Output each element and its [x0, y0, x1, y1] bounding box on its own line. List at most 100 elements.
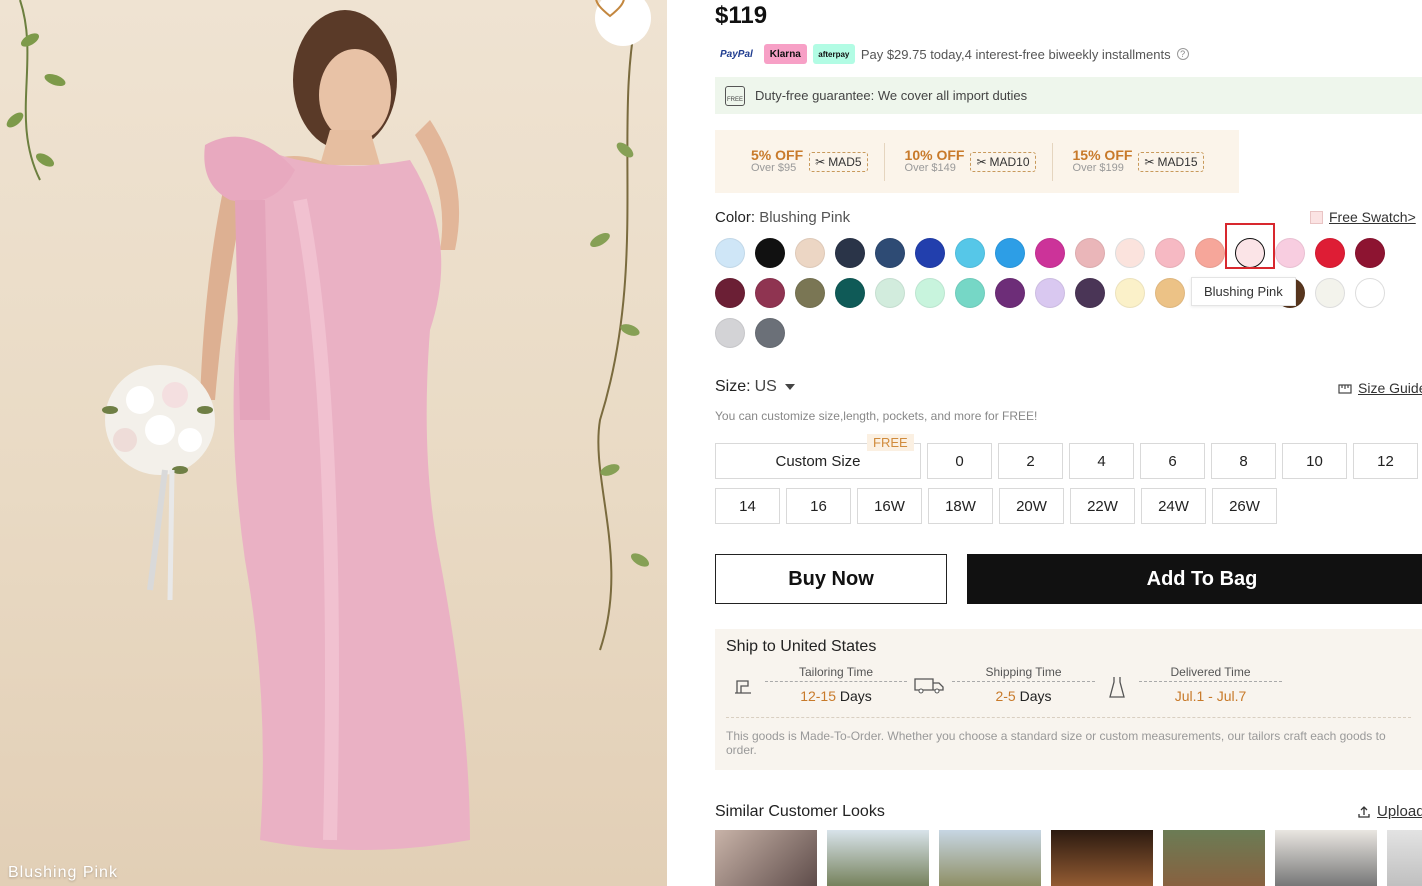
buy-now-button[interactable]: Buy Now	[715, 554, 947, 604]
color-swatch[interactable]	[1075, 238, 1105, 268]
size-option[interactable]: 8	[1211, 443, 1276, 479]
customer-look-thumbnail[interactable]	[1163, 830, 1265, 886]
coupon-code[interactable]: ✂ MAD15	[1138, 151, 1204, 172]
size-option-label: 2	[1026, 452, 1035, 470]
selected-color-highlight	[1225, 223, 1275, 269]
size-unit: US	[754, 378, 777, 395]
size-option[interactable]: 20W	[999, 488, 1064, 524]
info-icon[interactable]: ?	[1176, 48, 1189, 60]
size-label[interactable]: Size: US	[715, 378, 795, 396]
paypal-logo: PayPal	[715, 44, 758, 64]
coupon-item[interactable]: 15% OFF Over $199 ✂ MAD15	[1053, 143, 1220, 181]
size-option[interactable]: 0	[927, 443, 992, 479]
custom-size-button[interactable]: Custom Size FREE	[715, 434, 921, 479]
coupon-discount: 15% OFF	[1072, 147, 1133, 164]
customer-look-thumbnail[interactable]	[827, 830, 929, 886]
color-swatch[interactable]	[1075, 278, 1105, 308]
customer-look-thumbnail[interactable]	[939, 830, 1041, 886]
sewing-machine-icon	[735, 680, 751, 694]
tailoring-time: Tailoring Time 12-15 Days	[765, 665, 907, 704]
heart-icon	[595, 0, 625, 18]
color-swatch[interactable]	[715, 238, 745, 268]
color-swatch[interactable]	[835, 238, 865, 268]
free-swatch-link[interactable]: Free Swatch>	[1310, 209, 1416, 225]
color-swatch[interactable]	[755, 318, 785, 348]
color-swatch[interactable]	[755, 238, 785, 268]
color-swatch[interactable]	[1315, 238, 1345, 268]
size-option[interactable]: 2	[998, 443, 1063, 479]
size-option[interactable]: 16W	[857, 488, 922, 524]
customer-look-thumbnail[interactable]	[1051, 830, 1153, 886]
color-swatch[interactable]	[1355, 238, 1385, 268]
color-swatch[interactable]	[1355, 278, 1385, 308]
shipping-time-value: 2-5	[995, 688, 1016, 704]
color-swatch[interactable]	[915, 278, 945, 308]
made-to-order-note: This goods is Made-To-Order. Whether you…	[726, 729, 1386, 758]
shipping-time-label: Shipping Time	[952, 665, 1095, 682]
color-swatch[interactable]	[915, 238, 945, 268]
product-photo	[6, 0, 650, 850]
size-option-label: Custom Size	[775, 452, 861, 470]
delivered-time-value: Jul.1 - Jul.7	[1174, 688, 1247, 704]
size-option-label: 12	[1377, 452, 1394, 470]
color-swatch[interactable]	[715, 318, 745, 348]
color-swatch[interactable]	[1115, 238, 1145, 268]
product-image[interactable]: Blushing Pink	[0, 0, 667, 886]
size-guide-link[interactable]: Size Guide	[1338, 380, 1422, 396]
color-swatch[interactable]	[1035, 278, 1065, 308]
customer-look-thumbnail[interactable]	[715, 830, 817, 886]
color-swatch[interactable]	[875, 238, 905, 268]
color-swatch[interactable]	[955, 238, 985, 268]
upload-text: Upload	[1377, 803, 1422, 820]
color-swatch[interactable]	[875, 278, 905, 308]
size-option[interactable]: 6	[1140, 443, 1205, 479]
color-swatch[interactable]	[995, 238, 1025, 268]
size-option[interactable]: 26W	[1212, 488, 1277, 524]
size-option[interactable]: 12	[1353, 443, 1418, 479]
size-option[interactable]: 14	[715, 488, 780, 524]
size-option[interactable]: 18W	[928, 488, 993, 524]
size-option[interactable]: 10	[1282, 443, 1347, 479]
size-option[interactable]: 16	[786, 488, 851, 524]
product-price: $119	[715, 2, 768, 29]
color-swatch[interactable]	[1035, 238, 1065, 268]
size-option-label: 10	[1306, 452, 1323, 470]
upload-link[interactable]: Upload	[1357, 803, 1422, 820]
scissors-icon: ✂	[815, 154, 826, 169]
coupon-item[interactable]: 10% OFF Over $149 ✂ MAD10	[885, 142, 1053, 181]
coupon-discount: 5% OFF	[751, 147, 804, 164]
color-swatch[interactable]	[1195, 238, 1225, 268]
size-label-text: Size:	[715, 378, 751, 395]
size-customize-note: You can customize size,length, pockets, …	[715, 409, 1038, 423]
coupon-item[interactable]: 5% OFF Over $95 ✂ MAD5	[731, 142, 885, 181]
add-to-bag-button[interactable]: Add To Bag	[967, 554, 1422, 604]
coupon-code[interactable]: ✂ MAD5	[809, 151, 868, 172]
installment-text: Pay $29.75 today,4 interest-free biweekl…	[860, 46, 1171, 62]
size-option[interactable]: 24W	[1141, 488, 1206, 524]
size-option[interactable]: 22W	[1070, 488, 1135, 524]
ruler-icon	[1338, 383, 1352, 394]
coupon-code-text: MAD10	[989, 154, 1030, 169]
coupon-code[interactable]: ✂ MAD10	[970, 151, 1036, 172]
scissors-icon: ✂	[1144, 154, 1155, 169]
color-swatch[interactable]	[835, 278, 865, 308]
size-option[interactable]: 4	[1069, 443, 1134, 479]
color-swatch[interactable]	[995, 278, 1025, 308]
size-option-label: 26W	[1229, 497, 1260, 515]
color-swatch[interactable]	[1155, 278, 1185, 308]
duty-free-text: Duty-free guarantee: We cover all import…	[755, 88, 1028, 103]
color-swatch[interactable]	[1315, 278, 1345, 308]
color-swatch[interactable]	[1155, 238, 1185, 268]
color-swatch[interactable]	[955, 278, 985, 308]
coupon-discount: 10% OFF	[904, 147, 965, 164]
customer-look-thumbnail[interactable]	[1387, 830, 1422, 886]
color-swatch[interactable]	[795, 278, 825, 308]
color-swatch[interactable]	[755, 278, 785, 308]
color-swatch[interactable]	[795, 238, 825, 268]
size-option-label: 16W	[874, 497, 905, 515]
delivered-time: Delivered Time Jul.1 - Jul.7	[1139, 665, 1282, 704]
customer-look-thumbnail[interactable]	[1275, 830, 1377, 886]
color-swatch[interactable]	[1115, 278, 1145, 308]
color-swatch[interactable]	[1275, 238, 1305, 268]
color-swatch[interactable]	[715, 278, 745, 308]
